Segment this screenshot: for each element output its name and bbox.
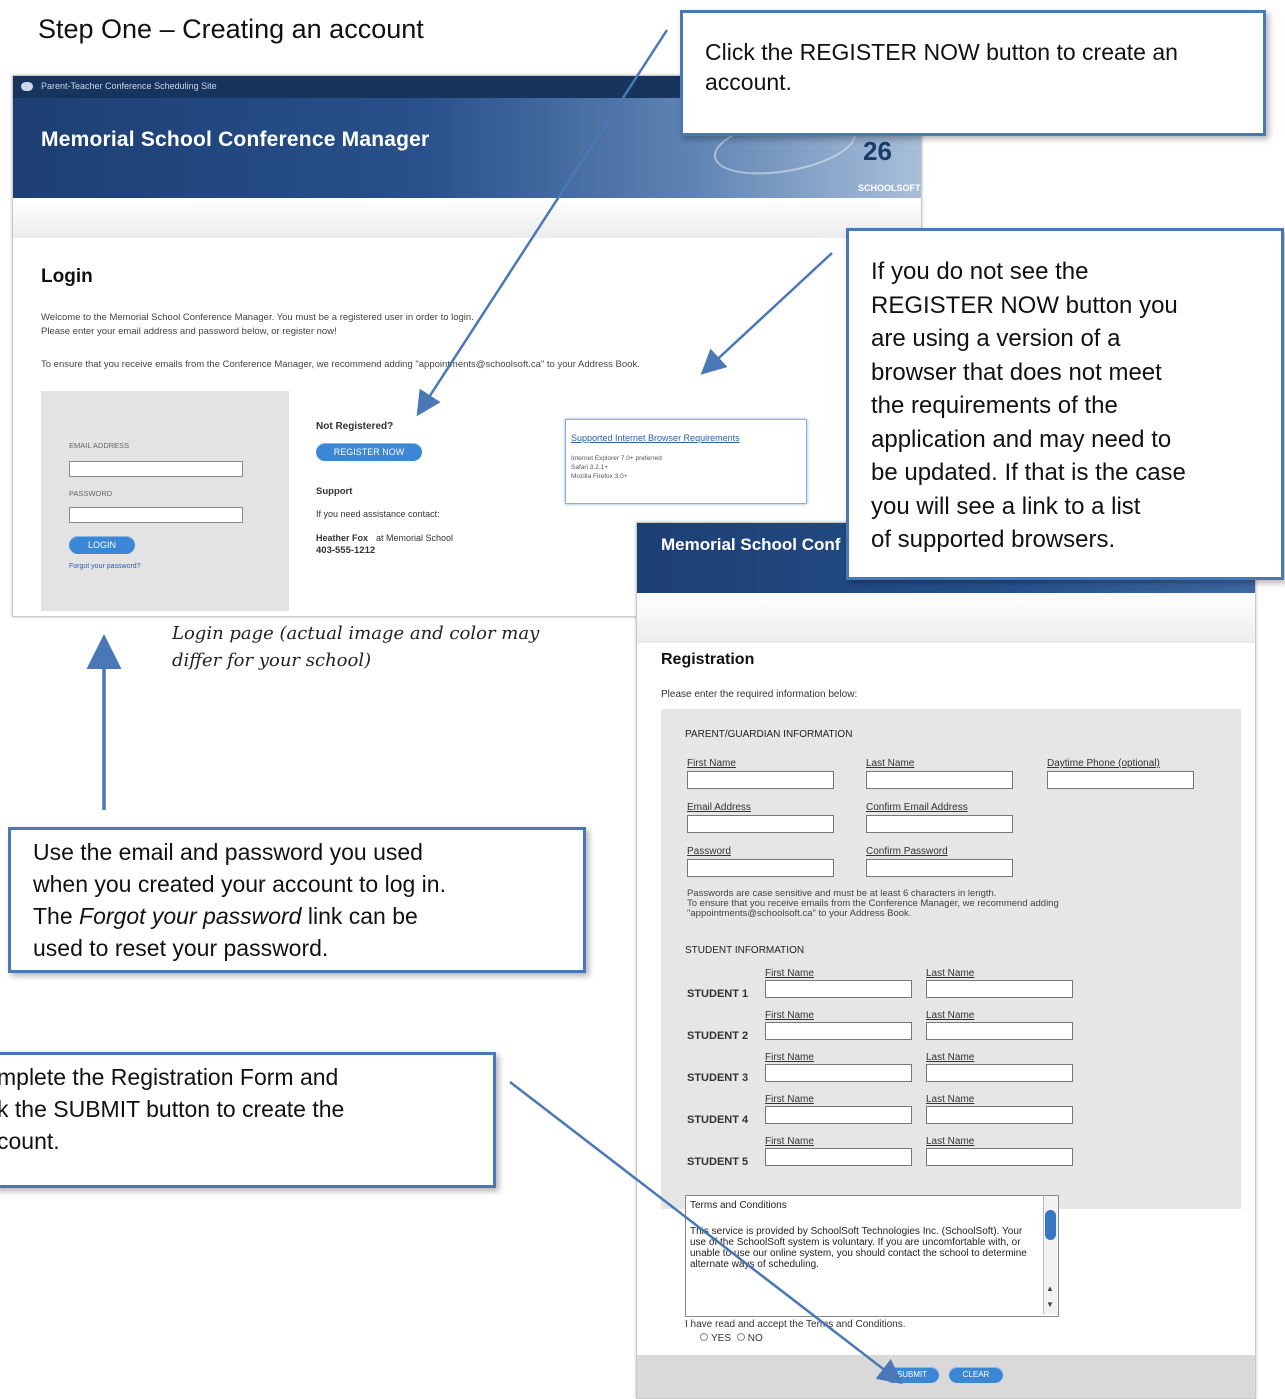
submit-arrow xyxy=(509,1081,903,1385)
register-arrow xyxy=(416,29,669,417)
callout-arrows xyxy=(86,29,903,1385)
browser-arrow xyxy=(700,252,833,375)
